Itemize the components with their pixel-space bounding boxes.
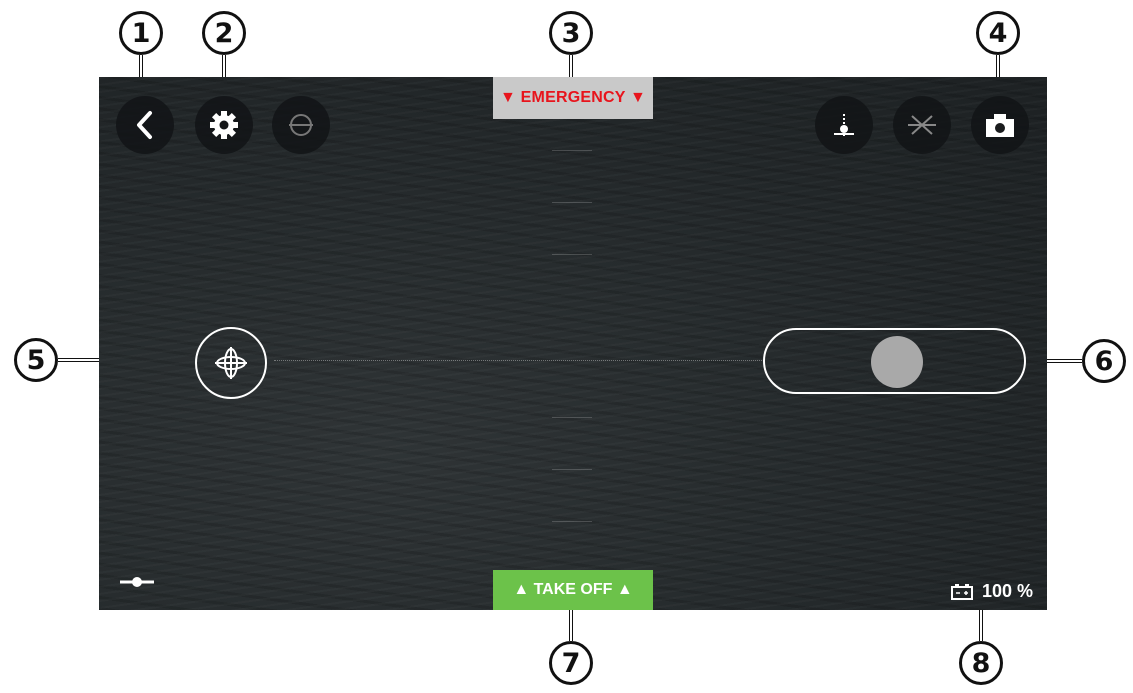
back-button[interactable]: [116, 96, 174, 154]
horizon-line: [274, 360, 764, 361]
level-indicator-icon: [289, 114, 313, 136]
piloting-screen: ▼ EMERGENCY ▼ ▲ TAKE OFF ▲ 100 %: [99, 77, 1047, 610]
battery-icon: [950, 583, 973, 600]
battery-status: 100 %: [950, 581, 1033, 602]
takeoff-button[interactable]: ▲ TAKE OFF ▲: [493, 570, 653, 610]
altitude-limit-icon: [834, 114, 854, 136]
callout-3: 3: [549, 11, 593, 55]
battery-percentage: 100 %: [981, 581, 1033, 601]
camera-button[interactable]: [971, 96, 1029, 154]
center-tick: [552, 150, 592, 151]
center-tick: [552, 521, 592, 522]
emergency-label: ▼ EMERGENCY ▼: [500, 89, 646, 106]
throttle-slider[interactable]: [763, 328, 1026, 394]
wings-off-icon: [908, 115, 936, 135]
callout-4: 4: [976, 11, 1020, 55]
center-tick: [552, 417, 592, 418]
camera-icon: [986, 114, 1014, 137]
callout-7-leader: [569, 609, 573, 641]
rotation-joystick[interactable]: [195, 327, 267, 399]
center-tick: [552, 469, 592, 470]
trim-slider-button[interactable]: [119, 575, 155, 594]
takeoff-label: ▲ TAKE OFF ▲: [513, 581, 633, 598]
center-tick: [552, 202, 592, 203]
level-button[interactable]: [272, 96, 330, 154]
wings-button[interactable]: [893, 96, 951, 154]
slider-thumb[interactable]: [871, 336, 923, 388]
settings-button[interactable]: [195, 96, 253, 154]
center-tick: [552, 254, 592, 255]
callout-7: 7: [549, 641, 593, 685]
callout-2: 2: [202, 11, 246, 55]
emergency-button[interactable]: ▼ EMERGENCY ▼: [493, 77, 653, 119]
altitude-button[interactable]: [815, 96, 873, 154]
callout-8: 8: [959, 641, 1003, 685]
chevron-left-icon: [137, 111, 152, 139]
rotation-joystick-icon: [215, 347, 247, 379]
callout-6: 6: [1082, 339, 1126, 383]
gear-icon: [210, 111, 238, 139]
callout-5: 5: [14, 338, 58, 382]
slider-icon: [120, 577, 154, 587]
callout-1: 1: [119, 11, 163, 55]
